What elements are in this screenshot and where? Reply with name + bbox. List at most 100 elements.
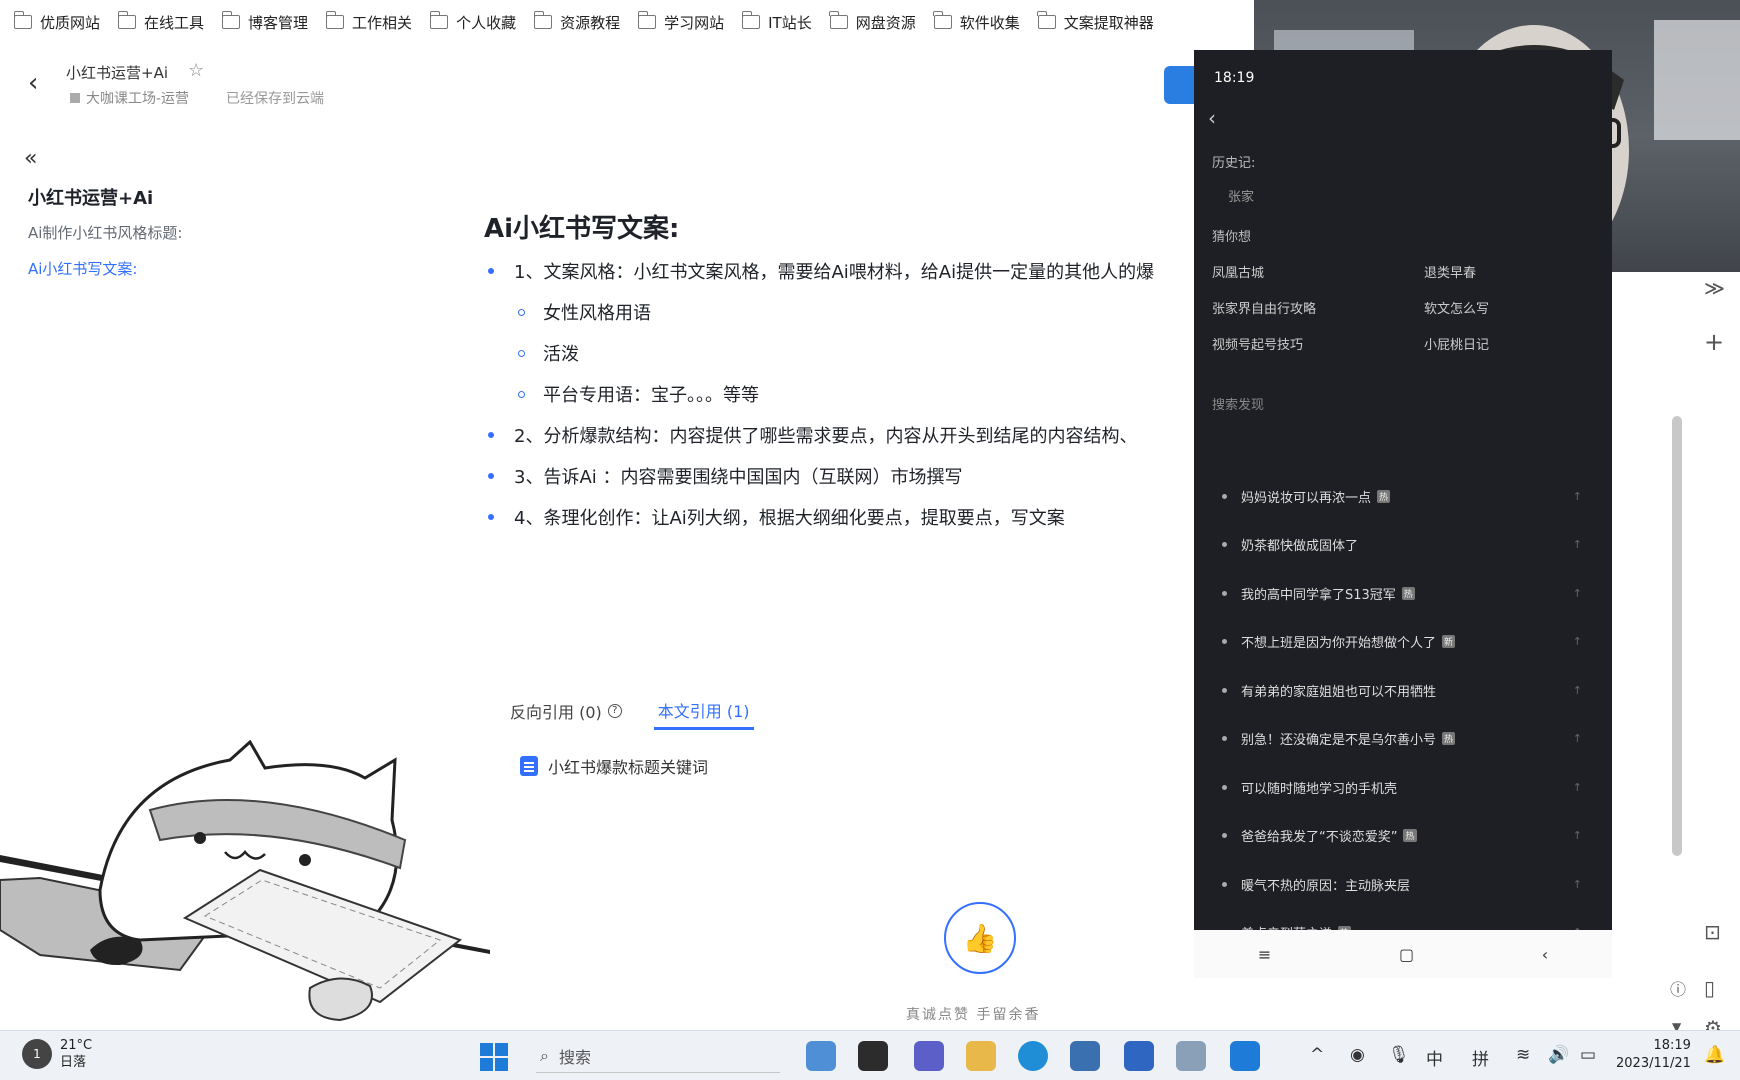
- bookmark-item[interactable]: 个人收藏: [428, 7, 528, 37]
- list-item: 2、分析爆款结构：内容提供了哪些需求要点，内容从开头到结尾的内容结构、: [488, 422, 1137, 448]
- section-heading: Ai小红书写文案:: [484, 214, 680, 244]
- screenshot-icon[interactable]: ⊡: [1704, 920, 1721, 944]
- bullet: [1222, 639, 1227, 645]
- weather-widget[interactable]: 1 21°C 日落: [22, 1037, 92, 1071]
- tray-app-icon[interactable]: ◉: [1350, 1045, 1365, 1065]
- trending-item[interactable]: 可以随时随地学习的手机壳 ↑: [1222, 763, 1582, 812]
- bookmark-item[interactable]: 工作相关: [324, 7, 424, 37]
- bookmark-item[interactable]: 优质网站: [12, 7, 112, 37]
- back-icon[interactable]: ‹: [28, 70, 38, 96]
- trending-text: 我的高中同学拿了S13冠军: [1241, 587, 1396, 603]
- phone-back-icon[interactable]: ‹: [1208, 106, 1216, 130]
- share-button[interactable]: [1164, 66, 1194, 104]
- bullet: [488, 268, 494, 274]
- bookmark-label: 文案提取神器: [1063, 13, 1154, 32]
- expand-icon[interactable]: ≫: [1704, 276, 1725, 300]
- trending-badge: 热: [1377, 489, 1391, 503]
- guess-item[interactable]: 软文怎么写: [1424, 298, 1489, 317]
- phone-link-icon[interactable]: [1230, 1041, 1260, 1071]
- bullet: [1222, 590, 1227, 596]
- bookmark-item[interactable]: IT站长: [740, 7, 824, 37]
- volume-icon[interactable]: 🔊: [1548, 1045, 1569, 1065]
- trending-badge: 热: [1401, 586, 1415, 600]
- breadcrumb[interactable]: 大咖课工场-运营: [70, 88, 189, 108]
- app-icon[interactable]: [806, 1041, 836, 1071]
- history-chip[interactable]: 张家: [1228, 186, 1254, 205]
- notepad-icon[interactable]: [1124, 1041, 1154, 1071]
- panel-icon[interactable]: ▯: [1704, 976, 1715, 1000]
- trending-item[interactable]: 爸爸给我发了“不谈恋爱奖” 热 ↑: [1222, 812, 1582, 861]
- trending-badge: 热: [1442, 732, 1456, 746]
- battery-icon[interactable]: ▭: [1580, 1045, 1596, 1065]
- trending-item[interactable]: 别急！还没确定是不是乌尔善小号热 ↑: [1222, 715, 1582, 764]
- notification-bell-icon[interactable]: 🔔: [1704, 1045, 1725, 1065]
- trending-item[interactable]: 暖气不热的原因：主动脉夹层 ↑: [1222, 860, 1582, 909]
- clock-time: 18:19: [1653, 1038, 1691, 1053]
- bullet: [1222, 542, 1227, 548]
- guess-item[interactable]: 张家界自由行攻略: [1212, 298, 1316, 317]
- trending-item[interactable]: 奶茶都快做成固体了 ↑: [1222, 521, 1582, 570]
- bookmarks-bar: 优质网站 在线工具 博客管理 工作相关 个人收藏 资源教程 学习网站 IT站长 网盘资源 软件收集…: [0, 0, 1260, 44]
- taskbar-search[interactable]: ⌕ 搜索: [536, 1039, 780, 1073]
- teams-icon[interactable]: [914, 1041, 944, 1071]
- microphone-icon[interactable]: 🎙: [1388, 1045, 1410, 1065]
- like-button[interactable]: 👍: [944, 902, 1016, 974]
- outline-item-copywriting[interactable]: Ai小红书写文案:: [28, 258, 137, 279]
- outline-item-title[interactable]: Ai制作小红书风格标题:: [28, 222, 182, 243]
- ime-mode[interactable]: 拼: [1472, 1045, 1489, 1070]
- guess-item[interactable]: 凤凰古城: [1212, 262, 1264, 281]
- tab-this-doc-refs[interactable]: 本文引用 (1): [653, 692, 754, 730]
- bookmark-item[interactable]: 资源教程: [532, 7, 632, 37]
- system-clock[interactable]: 18:19 2023/11/21: [1616, 1037, 1691, 1073]
- app-icon[interactable]: [858, 1041, 888, 1071]
- trending-list: 妈妈说妆可以再浓一点热 ↑ 奶茶都快做成固体了 ↑ 我的高中同学拿了S13冠军热 ↑ 不想上…: [1222, 472, 1582, 978]
- bookmark-label: 学习网站: [664, 13, 725, 32]
- windows-start-icon[interactable]: [480, 1043, 508, 1071]
- chevron-up-icon[interactable]: ^: [1310, 1045, 1324, 1065]
- trending-text: 可以随时随地学习的手机壳: [1241, 781, 1398, 797]
- trending-item[interactable]: 我的高中同学拿了S13冠军热 ↑: [1222, 569, 1582, 618]
- weather-desc: 日落: [60, 1055, 87, 1070]
- document-icon: [520, 756, 538, 776]
- wifi-icon[interactable]: ≋: [1516, 1045, 1530, 1065]
- bullet: [1222, 833, 1227, 839]
- bookmark-item[interactable]: 文案提取神器: [1036, 7, 1166, 37]
- home-square-icon[interactable]: ▢: [1399, 945, 1414, 964]
- guess-item[interactable]: 视频号起号技巧: [1212, 334, 1303, 353]
- star-icon[interactable]: ☆: [188, 60, 204, 81]
- bookmark-item[interactable]: 博客管理: [220, 7, 320, 37]
- guess-item[interactable]: 退类早春: [1424, 262, 1476, 281]
- trending-item[interactable]: 不想上班是因为你开始想做个人了新 ↑: [1222, 618, 1582, 667]
- trending-text: 别急！还没确定是不是乌尔善小号: [1241, 733, 1437, 749]
- menu-icon[interactable]: ≡: [1258, 945, 1271, 964]
- like-caption: 真诚点赞 手留余香: [906, 1007, 1041, 1023]
- bookmark-item[interactable]: 网盘资源: [828, 7, 928, 37]
- back-arrow-icon[interactable]: ‹: [1542, 945, 1548, 964]
- bookmark-item[interactable]: 学习网站: [636, 7, 736, 37]
- app-icon[interactable]: [1070, 1041, 1100, 1071]
- list-item: 1、文案风格：小红书文案风格，需要给Ai喂材料，给Ai提供一定量的其他人的爆: [488, 258, 1154, 284]
- scrollbar[interactable]: [1672, 416, 1682, 856]
- bookmark-item[interactable]: 软件收集: [932, 7, 1032, 37]
- add-icon[interactable]: +: [1704, 328, 1724, 356]
- trending-item[interactable]: 妈妈说妆可以再浓一点热 ↑: [1222, 472, 1582, 521]
- taskbar: 1 21°C 日落 ⌕ 搜索 ^ ◉ 🎙 中 拼 ≋ 🔊 ▭ 18:19 202…: [0, 1030, 1740, 1080]
- guess-item[interactable]: 小屁桃日记: [1424, 334, 1489, 353]
- ime-language[interactable]: 中: [1426, 1045, 1443, 1070]
- folder-icon: [429, 11, 449, 29]
- folder-icon: [829, 11, 848, 29]
- app-icon[interactable]: [1176, 1041, 1206, 1071]
- breadcrumb-label: 大咖课工场-运营: [86, 91, 190, 107]
- trending-item[interactable]: 有弟弟的家庭姐姐也可以不用牺牲 ↑: [1222, 666, 1582, 715]
- help-icon[interactable]: ?: [607, 704, 622, 718]
- reference-link[interactable]: 小红书爆款标题关键词: [520, 754, 708, 778]
- bookmark-item[interactable]: 在线工具: [116, 7, 216, 37]
- trend-arrow-icon: ↑: [1572, 538, 1582, 552]
- trend-arrow-icon: ↑: [1572, 586, 1582, 600]
- help-circle-icon[interactable]: ⓘ: [1670, 976, 1686, 1000]
- tab-backlinks[interactable]: 反向引用 (0)?: [510, 692, 622, 730]
- file-explorer-icon[interactable]: [966, 1041, 996, 1071]
- edge-browser-icon[interactable]: [1018, 1041, 1048, 1071]
- phone-mirror-panel: 18:19 ‹ 历史记: 张家 猜你想 凤凰古城 退类早春 张家界自由行攻略 软…: [1194, 50, 1612, 978]
- collapse-outline-icon[interactable]: «: [24, 146, 37, 171]
